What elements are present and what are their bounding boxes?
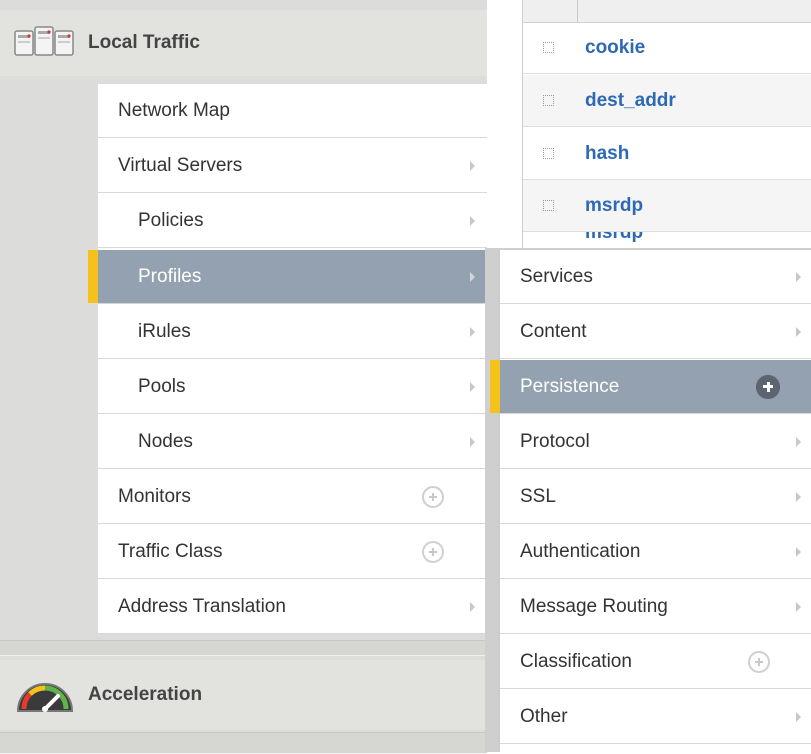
table-row: cookie [523, 22, 811, 74]
chevron-right-icon [796, 491, 801, 502]
profile-link[interactable]: dest_addr [585, 90, 676, 112]
menu-item-label: Profiles [138, 265, 202, 287]
acceleration-title: Acceleration [88, 684, 203, 705]
row-checkbox[interactable] [543, 42, 554, 53]
table-row: hash [523, 128, 811, 180]
speedometer-icon [14, 677, 76, 713]
chevron-right-icon [470, 271, 475, 282]
flyout-item-message-routing[interactable]: Message Routing [500, 580, 811, 634]
menu-item-label: Authentication [520, 540, 641, 562]
menu-item-policies[interactable]: Policies [98, 194, 487, 248]
profile-link[interactable]: msrdp [585, 232, 643, 244]
menu-item-monitors[interactable]: Monitors [98, 470, 487, 524]
chevron-right-icon [470, 326, 475, 337]
menu-item-nodes[interactable]: Nodes [98, 415, 487, 469]
servers-icon [14, 25, 74, 61]
menu-item-label: Traffic Class [118, 540, 223, 562]
row-checkbox[interactable] [543, 200, 554, 211]
menu-item-profiles[interactable]: Profiles [88, 250, 487, 304]
chevron-right-icon [796, 601, 801, 612]
chevron-right-icon [470, 436, 475, 447]
menu-item-label: Other [520, 705, 568, 727]
menu-item-traffic-class[interactable]: Traffic Class [98, 525, 487, 579]
profiles-flyout-menu: Services Content Persistence Protocol SS… [490, 250, 811, 752]
persistence-profile-list: cookie dest_addr hash msrdp msrdp [522, 0, 811, 260]
menu-item-label: Pools [138, 375, 186, 397]
section-divider [0, 640, 487, 656]
menu-item-label: Content [520, 320, 587, 342]
local-traffic-menu: Network Map Virtual Servers Policies Pro… [88, 84, 487, 634]
chevron-right-icon [796, 271, 801, 282]
chevron-right-icon [796, 436, 801, 447]
menu-item-label: Monitors [118, 485, 191, 507]
menu-item-label: Persistence [520, 375, 620, 397]
menu-item-label: Message Routing [520, 595, 668, 617]
menu-item-address-translation[interactable]: Address Translation [98, 580, 487, 634]
menu-item-label: Protocol [520, 430, 590, 452]
flyout-item-services[interactable]: Services [500, 250, 811, 304]
selected-accent-bar [490, 360, 500, 413]
chevron-right-icon [470, 601, 475, 612]
menu-item-irules[interactable]: iRules [98, 305, 487, 359]
selected-accent-bar [88, 250, 98, 303]
menu-item-label: SSL [520, 485, 556, 507]
menu-item-pools[interactable]: Pools [98, 360, 487, 414]
menu-item-label: Address Translation [118, 595, 286, 617]
flyout-item-content[interactable]: Content [500, 305, 811, 359]
menu-item-label: Services [520, 265, 593, 287]
menu-item-label: Nodes [138, 430, 193, 452]
local-traffic-title: Local Traffic [88, 32, 200, 53]
profile-link[interactable]: cookie [585, 37, 645, 59]
add-icon[interactable] [422, 540, 444, 563]
chevron-right-icon [796, 546, 801, 557]
flyout-item-protocol[interactable]: Protocol [500, 415, 811, 469]
list-header [523, 0, 811, 23]
table-row: msrdp [523, 180, 811, 232]
flyout-item-ssl[interactable]: SSL [500, 470, 811, 524]
select-all-cell[interactable] [523, 0, 578, 22]
add-icon[interactable] [422, 485, 444, 508]
chevron-right-icon [796, 711, 801, 722]
acceleration-header[interactable]: Acceleration [0, 660, 487, 730]
add-icon[interactable] [748, 650, 770, 673]
flyout-item-persistence[interactable]: Persistence [490, 360, 811, 414]
flyout-item-authentication[interactable]: Authentication [500, 525, 811, 579]
chevron-right-icon [796, 326, 801, 337]
flyout-item-other[interactable]: Other [500, 690, 811, 744]
add-icon[interactable] [756, 374, 780, 399]
row-checkbox[interactable] [543, 148, 554, 159]
menu-item-network-map[interactable]: Network Map [98, 84, 487, 138]
profile-link[interactable]: msrdp [585, 195, 643, 217]
flyout-item-classification[interactable]: Classification [500, 635, 811, 689]
profile-link[interactable]: hash [585, 143, 629, 165]
menu-item-label: Policies [138, 209, 204, 231]
local-traffic-header[interactable]: Local Traffic [0, 10, 487, 76]
menu-item-label: Classification [520, 650, 632, 672]
chevron-right-icon [470, 160, 475, 171]
chevron-right-icon [470, 381, 475, 392]
menu-item-virtual-servers[interactable]: Virtual Servers [98, 139, 487, 193]
table-row: dest_addr [523, 75, 811, 127]
section-divider [0, 732, 487, 754]
menu-item-label: Virtual Servers [118, 154, 243, 176]
menu-item-label: Network Map [118, 99, 230, 121]
menu-item-label: iRules [138, 320, 191, 342]
chevron-right-icon [470, 215, 475, 226]
row-checkbox[interactable] [543, 95, 554, 106]
